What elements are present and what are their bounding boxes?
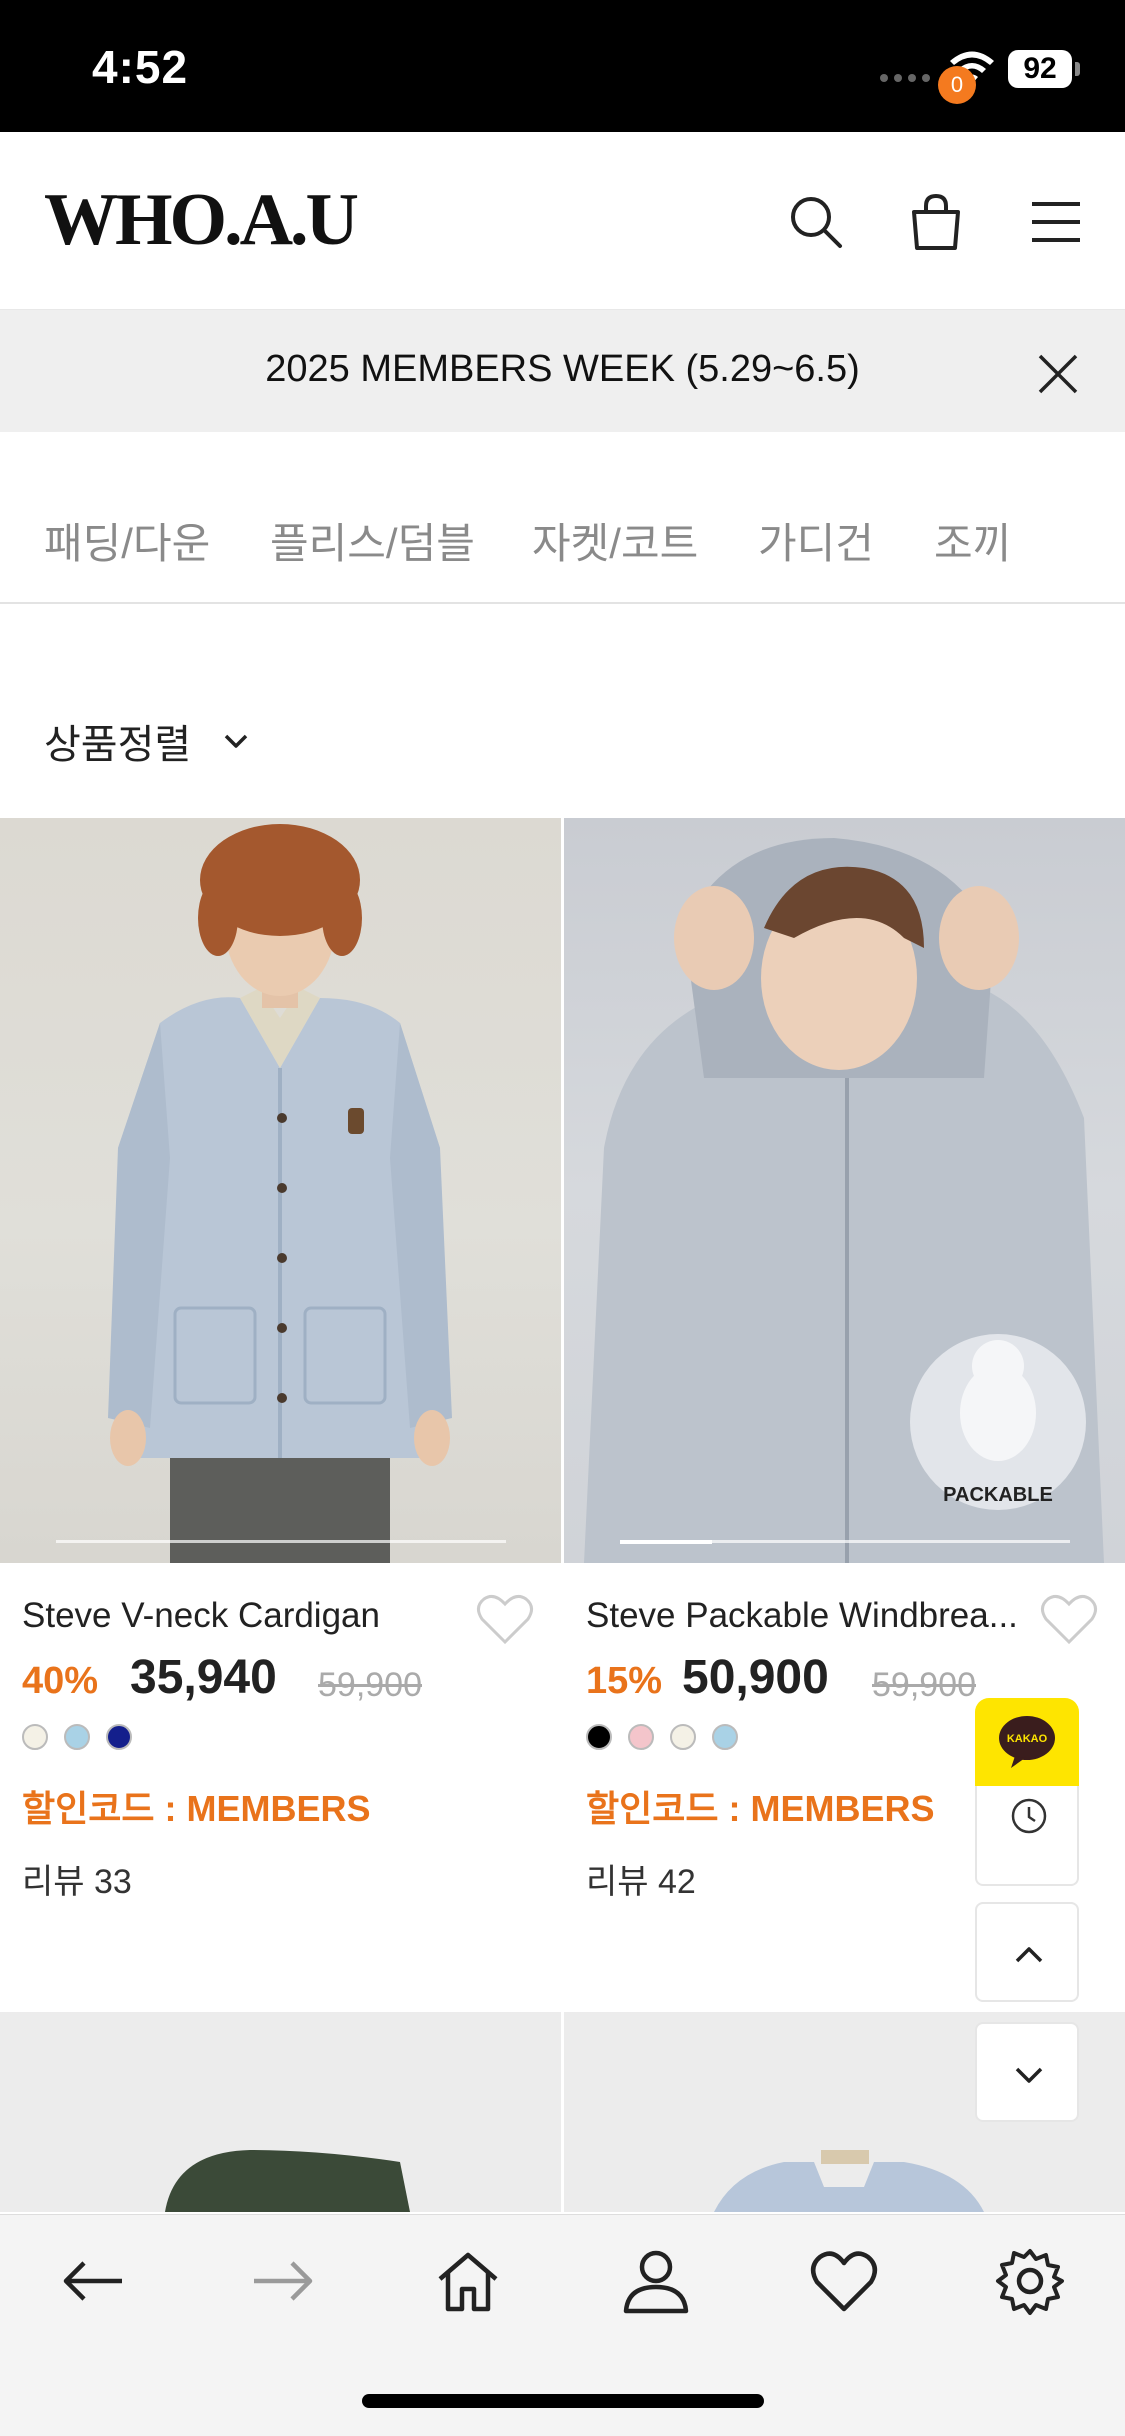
color-swatch-ivory[interactable]	[670, 1724, 696, 1750]
chevron-down-icon	[224, 734, 248, 748]
category-tab-jacket[interactable]: 자켓/코트	[532, 510, 698, 571]
color-swatch-ivory[interactable]	[22, 1724, 48, 1750]
promo-banner-text: 2025 MEMBERS WEEK (5.29~6.5)	[265, 348, 860, 390]
product-name[interactable]: Steve Packable Windbrea...	[586, 1596, 1036, 1636]
color-swatch-skyblue[interactable]	[712, 1724, 738, 1750]
wishlist-heart-icon[interactable]	[476, 1592, 534, 1646]
home-indicator	[362, 2394, 764, 2408]
category-tab-vest[interactable]: 조끼	[934, 510, 1011, 571]
category-tab-cardigan[interactable]: 가디건	[758, 510, 874, 571]
product-image-cardigan[interactable]	[0, 818, 561, 1563]
back-arrow-icon[interactable]	[58, 2245, 130, 2317]
scroll-top-button[interactable]	[975, 1902, 1079, 2002]
product-image-windbreaker[interactable]: PACKABLE	[564, 818, 1125, 1563]
heart-icon[interactable]	[808, 2245, 880, 2317]
close-icon[interactable]	[1034, 350, 1082, 398]
sale-price: 50,900	[682, 1651, 829, 1704]
color-swatches	[586, 1724, 738, 1750]
chevron-down-icon	[1015, 2067, 1043, 2083]
site-header: WHO.A.U	[0, 132, 1125, 310]
search-icon[interactable]	[784, 190, 848, 254]
color-swatches	[22, 1724, 132, 1750]
color-swatch-skyblue[interactable]	[64, 1724, 90, 1750]
discount-code: 할인코드 : MEMBERS	[586, 1788, 935, 1829]
sale-price: 35,940	[130, 1651, 277, 1704]
forward-arrow-icon[interactable]	[246, 2245, 318, 2317]
battery-tip	[1075, 62, 1080, 76]
discount-code: 할인코드 : MEMBERS	[22, 1788, 371, 1829]
category-tabs: 패딩/다운 플리스/덤블 자켓/코트 가디건 조끼	[0, 432, 1125, 604]
original-price: 59,900	[318, 1666, 422, 1704]
sort-label: 상품정렬	[44, 723, 192, 767]
category-tab-fleece[interactable]: 플리스/덤블	[270, 510, 475, 571]
settings-gear-icon[interactable]	[994, 2245, 1066, 2317]
discount-percent: 40%	[22, 1660, 99, 1702]
scroll-bottom-button[interactable]	[975, 2022, 1079, 2122]
kakao-talk-icon: KAKAO	[999, 1716, 1055, 1768]
review-count[interactable]: 리뷰 42	[586, 1854, 696, 1903]
review-count[interactable]: 리뷰 33	[22, 1854, 132, 1903]
category-tab-padding[interactable]: 패딩/다운	[44, 510, 210, 571]
shopping-bag-icon[interactable]	[904, 190, 968, 254]
image-slider-indicator	[620, 1540, 712, 1544]
home-icon[interactable]	[432, 2245, 504, 2317]
brand-logo[interactable]: WHO.A.U	[44, 178, 359, 263]
kakao-chat-button[interactable]: KAKAO	[975, 1698, 1079, 1786]
status-time: 4:52	[92, 41, 189, 93]
sort-dropdown[interactable]: 상품정렬	[44, 712, 253, 770]
promo-banner[interactable]: 2025 MEMBERS WEEK (5.29~6.5)	[0, 310, 1125, 432]
signal-icon	[880, 74, 930, 82]
recent-view-button[interactable]	[975, 1786, 1079, 1886]
hamburger-menu-icon[interactable]	[1024, 190, 1088, 254]
user-icon[interactable]	[620, 2245, 692, 2317]
chevron-up-icon	[1015, 1947, 1043, 1963]
color-swatch-pink[interactable]	[628, 1724, 654, 1750]
product-name[interactable]: Steve V-neck Cardigan	[22, 1596, 462, 1636]
packable-badge-text: PACKABLE	[943, 1484, 1053, 1506]
product-illustration	[165, 2150, 410, 2212]
original-price: 59,900	[872, 1666, 976, 1704]
image-slider-track	[56, 1540, 506, 1543]
cart-count-badge: 0	[938, 66, 976, 104]
model-illustration	[108, 824, 452, 1563]
clock-icon	[1011, 1798, 1047, 1834]
model-illustration: PACKABLE	[584, 838, 1104, 1563]
color-swatch-black[interactable]	[586, 1724, 612, 1750]
wishlist-heart-icon[interactable]	[1040, 1592, 1098, 1646]
svg-text:KAKAO: KAKAO	[1007, 1733, 1048, 1745]
discount-percent: 15%	[586, 1660, 663, 1702]
color-swatch-navy[interactable]	[106, 1724, 132, 1750]
battery-icon: 92	[1008, 50, 1072, 88]
product-image-next-1[interactable]	[0, 2012, 561, 2212]
